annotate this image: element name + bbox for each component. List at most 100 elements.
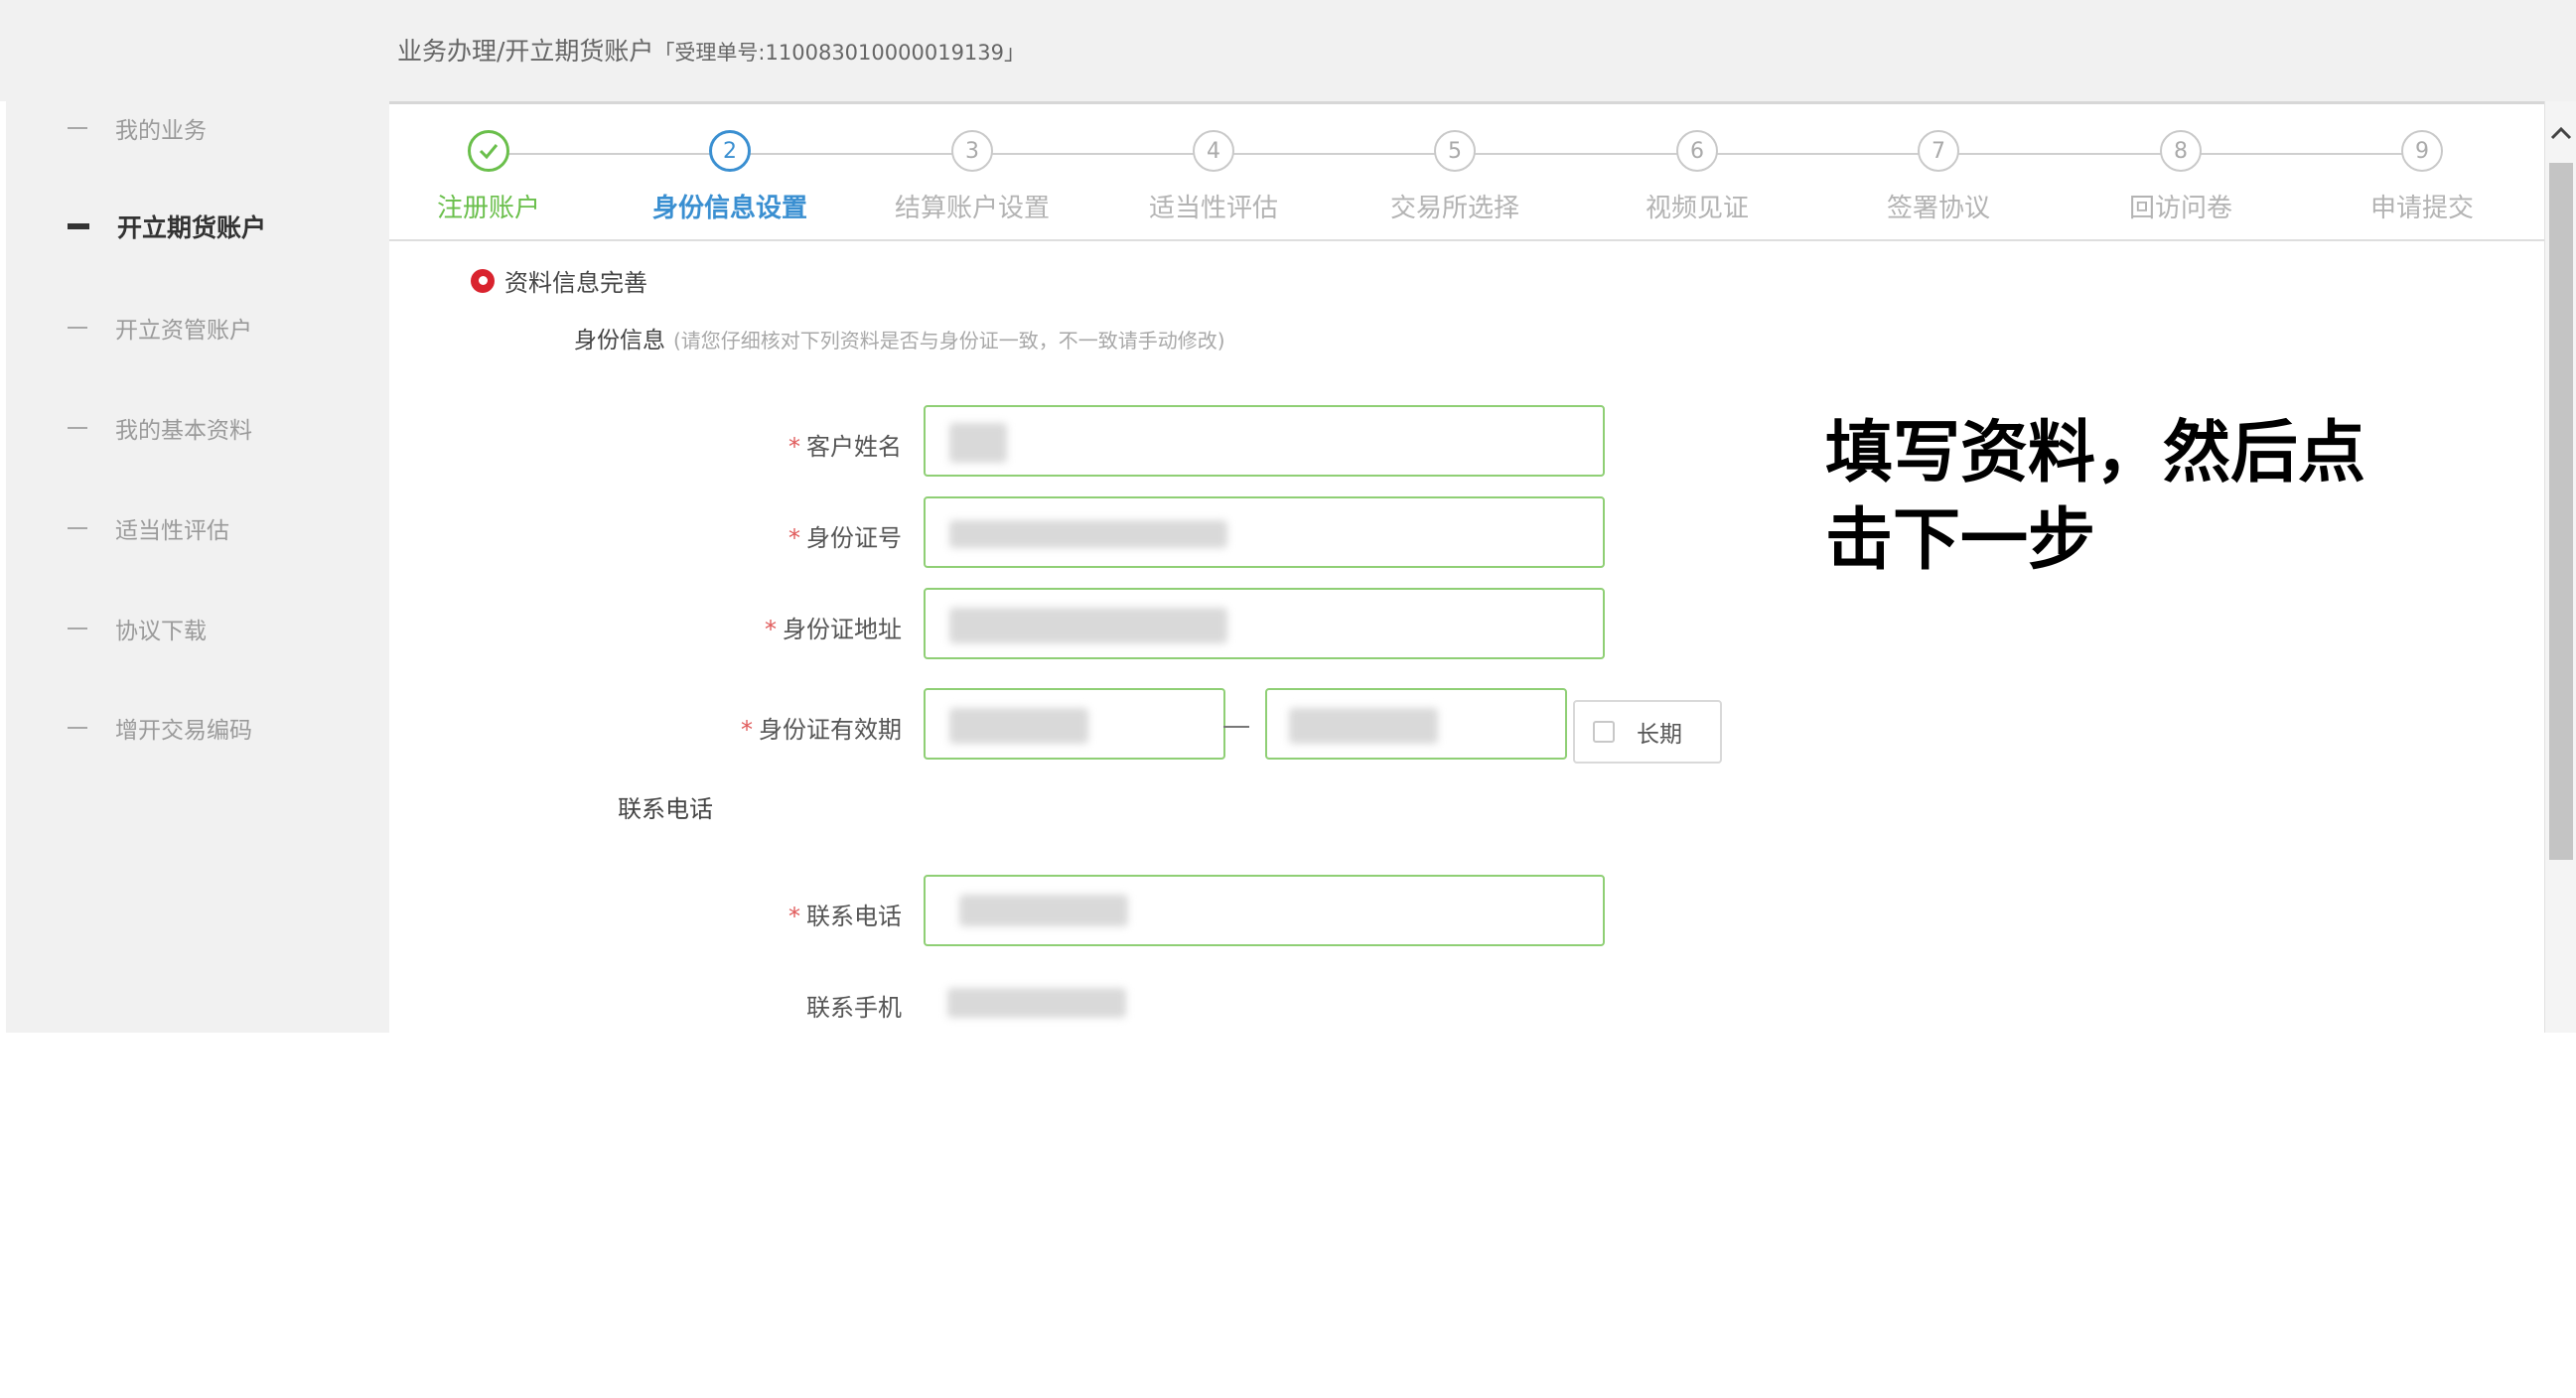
step-settlement-account[interactable]: 3 结算账户设置 bbox=[873, 130, 1072, 224]
step-number: 3 bbox=[951, 130, 993, 172]
identity-heading: 身份信息 (请您仔细核对下列资料是否与身份证一致，不一致请手动修改) bbox=[574, 321, 1225, 354]
long-term-label: 长期 bbox=[1637, 722, 1682, 748]
app-window: 业务办理/开立期货账户「受理单号:110083010000019139」 我的业… bbox=[0, 0, 2576, 1033]
section-title-text: 资料信息完善 bbox=[504, 269, 647, 297]
sidebar-item-label: 我的业务 bbox=[115, 118, 207, 144]
step-number: 8 bbox=[2160, 130, 2202, 172]
dash-icon bbox=[68, 223, 89, 229]
long-term-checkbox[interactable]: 长期 bbox=[1573, 700, 1722, 764]
step-video-witness[interactable]: 6 视频见证 bbox=[1598, 130, 1796, 224]
phone-label-text: 联系电话 bbox=[806, 903, 902, 930]
dash-icon bbox=[68, 727, 87, 729]
sidebar-item-open-asset-account[interactable]: 开立资管账户 bbox=[68, 311, 252, 345]
id-validity-label: * 身份证有效期 bbox=[389, 710, 902, 745]
id-number-input[interactable] bbox=[924, 496, 1605, 568]
step-suitability[interactable]: 4 适当性评估 bbox=[1114, 130, 1313, 224]
radio-dot-icon bbox=[471, 268, 495, 293]
id-validity-label-text: 身份证有效期 bbox=[759, 716, 902, 744]
step-return-visit[interactable]: 8 回访问卷 bbox=[2081, 130, 2280, 224]
identity-hint: (请您仔细核对下列资料是否与身份证一致，不一致请手动修改) bbox=[673, 329, 1225, 352]
identity-heading-text: 身份信息 bbox=[574, 328, 665, 353]
customer-name-input[interactable] bbox=[924, 405, 1605, 477]
chevron-up-icon[interactable] bbox=[2545, 119, 2576, 147]
name-label: * 客户姓名 bbox=[389, 427, 902, 462]
required-mark: * bbox=[788, 524, 800, 552]
dash-icon bbox=[68, 527, 87, 529]
validity-start-input[interactable] bbox=[924, 688, 1225, 760]
step-submit[interactable]: 9 申请提交 bbox=[2323, 130, 2521, 224]
id-address-input[interactable] bbox=[924, 588, 1605, 659]
mobile-value-redacted bbox=[947, 988, 1126, 1018]
phone-label: * 联系电话 bbox=[389, 897, 902, 931]
required-mark: * bbox=[765, 616, 777, 643]
redacted-value bbox=[949, 520, 1227, 548]
redacted-value bbox=[1289, 708, 1438, 744]
progress-stepper: 注册账户 2 身份信息设置 3 结算账户设置 4 适当性评估 5 交易所选择 6… bbox=[389, 104, 2544, 241]
step-number: 9 bbox=[2401, 130, 2443, 172]
step-label: 视频见证 bbox=[1645, 194, 1749, 223]
annotation-line-1: 填写资料，然后点 bbox=[1825, 413, 2366, 492]
sidebar-item-agreement-download[interactable]: 协议下载 bbox=[68, 612, 207, 645]
step-label: 签署协议 bbox=[1886, 194, 1990, 223]
required-mark: * bbox=[788, 433, 800, 461]
annotation-line-2: 击下一步 bbox=[1825, 500, 2096, 580]
step-exchange-select[interactable]: 5 交易所选择 bbox=[1356, 130, 1554, 224]
step-sign-agreement[interactable]: 7 签署协议 bbox=[1839, 130, 2038, 224]
mobile-label-text: 联系手机 bbox=[806, 994, 902, 1022]
required-mark: * bbox=[741, 716, 753, 744]
dash-icon bbox=[68, 628, 87, 629]
sidebar-item-label: 适当性评估 bbox=[115, 518, 229, 544]
breadcrumb: 业务办理/开立期货账户「受理单号:110083010000019139」 bbox=[397, 32, 1025, 68]
mobile-label: 联系手机 bbox=[389, 988, 902, 1023]
check-icon bbox=[468, 130, 509, 172]
sidebar-item-label: 协议下载 bbox=[115, 619, 207, 644]
section-title: 资料信息完善 bbox=[471, 263, 647, 298]
sidebar-item-add-trading-code[interactable]: 增开交易编码 bbox=[68, 711, 252, 745]
sidebar-item-label: 我的基本资料 bbox=[115, 418, 252, 444]
step-label: 适当性评估 bbox=[1148, 194, 1278, 223]
checkbox-icon bbox=[1593, 721, 1615, 743]
sidebar-item-open-futures-account[interactable]: 开立期货账户 bbox=[68, 209, 266, 244]
vertical-scrollbar[interactable] bbox=[2544, 101, 2576, 1033]
validity-end-input[interactable] bbox=[1265, 688, 1567, 760]
contact-phone-input[interactable] bbox=[924, 875, 1605, 946]
step-label: 回访问卷 bbox=[2128, 194, 2232, 223]
instruction-annotation: 填写资料，然后点 击下一步 bbox=[1825, 409, 2461, 584]
scrollbar-thumb[interactable] bbox=[2549, 163, 2573, 860]
dash-icon bbox=[68, 327, 87, 329]
sidebar-item-suitability[interactable]: 适当性评估 bbox=[68, 511, 229, 545]
step-register-account[interactable]: 注册账户 bbox=[389, 130, 588, 224]
step-label: 申请提交 bbox=[2369, 194, 2474, 223]
sidebar: 我的业务 开立期货账户 开立资管账户 我的基本资料 适当性评估 协议下载 增开交… bbox=[6, 0, 389, 1033]
sidebar-item-label: 开立期货账户 bbox=[117, 213, 267, 242]
redacted-value bbox=[949, 423, 1007, 463]
step-number: 7 bbox=[1918, 130, 1959, 172]
redacted-value bbox=[949, 608, 1227, 643]
step-number: 2 bbox=[709, 130, 751, 172]
dash-icon bbox=[68, 127, 87, 129]
breadcrumb-path: 业务办理/开立期货账户 bbox=[397, 37, 654, 66]
id-number-label: * 身份证号 bbox=[389, 518, 902, 553]
redacted-value bbox=[949, 708, 1088, 744]
step-number: 4 bbox=[1193, 130, 1234, 172]
id-number-label-text: 身份证号 bbox=[806, 524, 902, 552]
step-label: 身份信息设置 bbox=[651, 194, 807, 223]
sidebar-item-my-profile[interactable]: 我的基本资料 bbox=[68, 411, 252, 445]
date-range-separator bbox=[1223, 726, 1249, 728]
redacted-value bbox=[959, 895, 1128, 926]
sidebar-item-my-business[interactable]: 我的业务 bbox=[68, 111, 207, 145]
step-identity-info[interactable]: 2 身份信息设置 bbox=[631, 130, 829, 224]
id-address-label-text: 身份证地址 bbox=[783, 616, 902, 643]
contact-heading: 联系电话 bbox=[618, 795, 713, 823]
step-label: 结算账户设置 bbox=[894, 194, 1050, 223]
sidebar-item-label: 开立资管账户 bbox=[115, 318, 252, 344]
dash-icon bbox=[68, 427, 87, 429]
step-label: 注册账户 bbox=[436, 194, 540, 223]
required-mark: * bbox=[788, 903, 800, 930]
step-number: 6 bbox=[1676, 130, 1718, 172]
step-number: 5 bbox=[1434, 130, 1476, 172]
id-address-label: * 身份证地址 bbox=[389, 610, 902, 644]
name-label-text: 客户姓名 bbox=[806, 433, 902, 461]
sidebar-item-label: 增开交易编码 bbox=[115, 718, 252, 744]
ticket-number: 「受理单号:110083010000019139」 bbox=[653, 41, 1026, 65]
